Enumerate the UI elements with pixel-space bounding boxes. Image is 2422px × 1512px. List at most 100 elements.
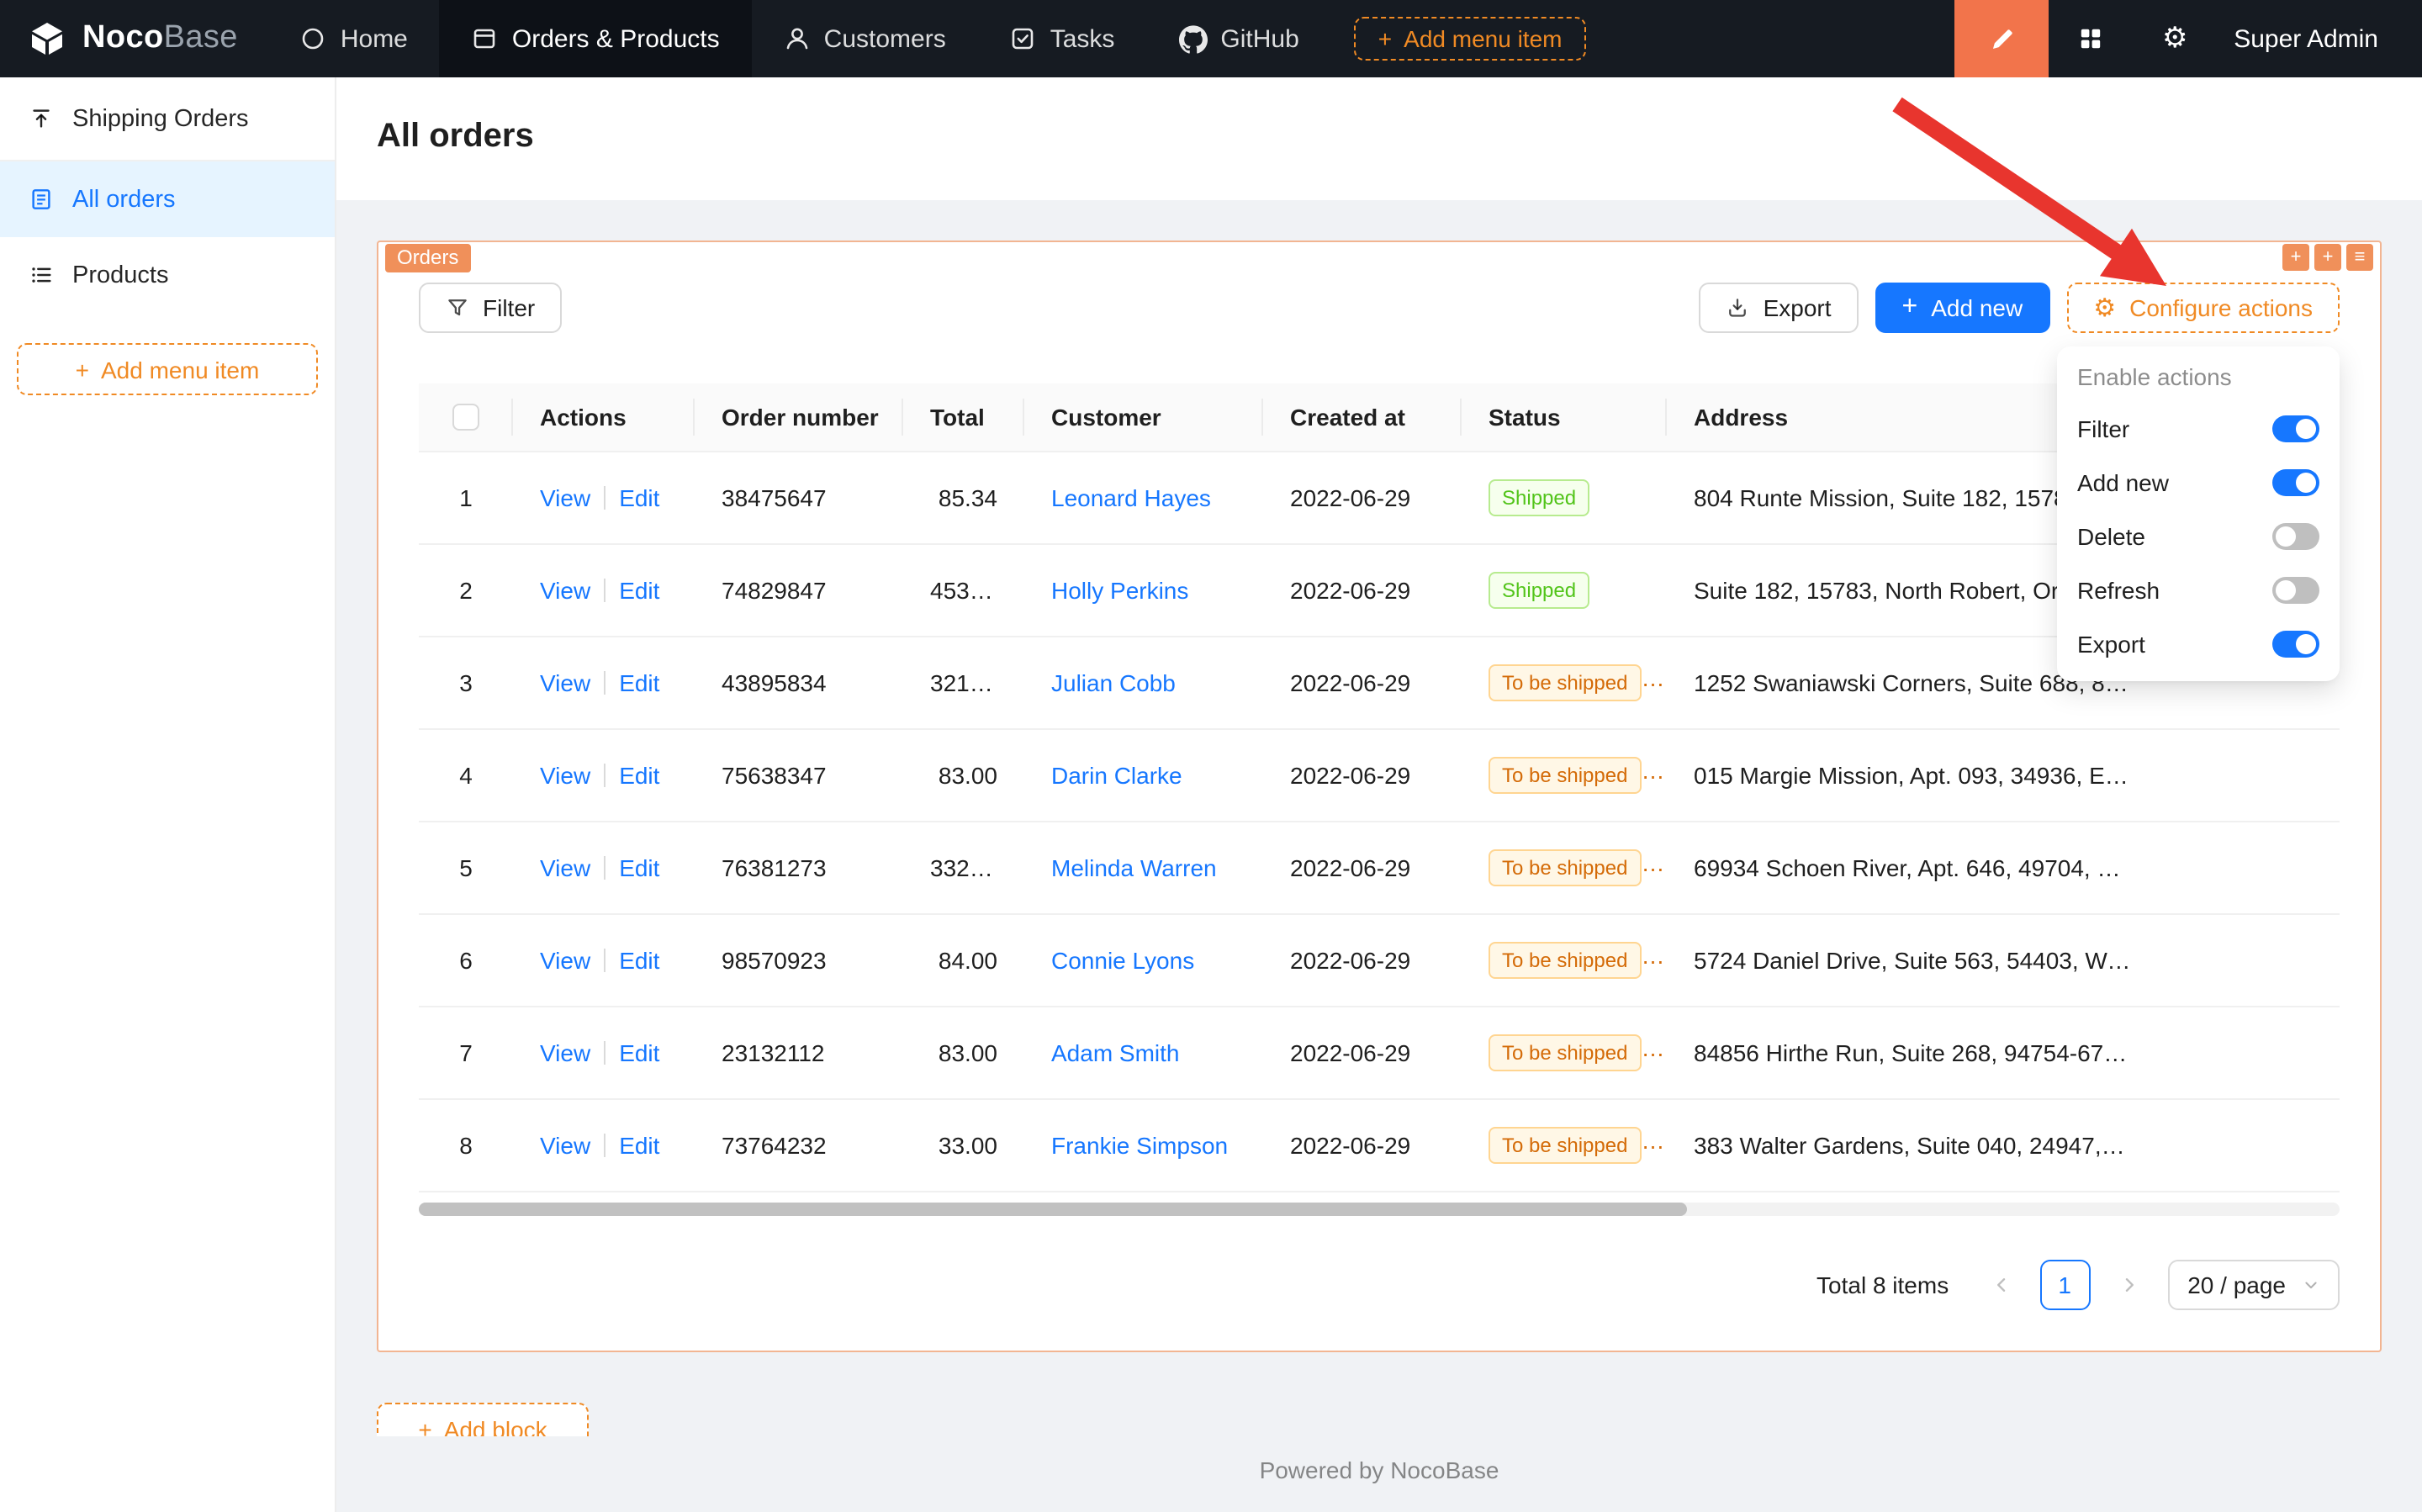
customer-link[interactable]: Melinda Warren [1051, 854, 1217, 880]
dropdown-item-add-new[interactable]: Add new [2057, 456, 2340, 510]
home-icon [300, 25, 327, 52]
view-link[interactable]: View [540, 761, 590, 788]
customer-link[interactable]: Connie Lyons [1051, 946, 1194, 973]
dropdown-item-label: Filter [2077, 415, 2129, 442]
navbar-add-menu-item-button[interactable]: + Add menu item [1355, 17, 1586, 61]
view-link[interactable]: View [540, 576, 590, 603]
edit-link[interactable]: Edit [619, 854, 659, 880]
table-row: 2 ViewEdit 74829847 453.00 Holly Perkins… [419, 543, 2340, 636]
export-toggle[interactable] [2272, 631, 2319, 658]
view-link[interactable]: View [540, 1131, 590, 1158]
nav-item-customers[interactable]: Customers [752, 0, 978, 77]
customer-link[interactable]: Leonard Hayes [1051, 484, 1211, 510]
edit-link[interactable]: Edit [619, 484, 659, 510]
delete-toggle[interactable] [2272, 523, 2319, 550]
ui-editor-toggle-button[interactable] [1954, 0, 2049, 77]
user-menu[interactable]: Super Admin [2217, 0, 2422, 77]
view-link[interactable]: View [540, 484, 590, 510]
edit-link[interactable]: Edit [619, 761, 659, 788]
created-at-cell: 2022-06-29 [1263, 821, 1462, 913]
order-number-cell: 76381273 [695, 821, 903, 913]
order-number-cell: 38475647 [695, 451, 903, 543]
next-page-button[interactable] [2103, 1259, 2154, 1309]
dropdown-item-refresh[interactable]: Refresh [2057, 563, 2340, 617]
tasks-icon [1010, 25, 1037, 52]
add-block-button[interactable]: + Add block [377, 1402, 589, 1435]
chevron-down-icon [2303, 1276, 2319, 1293]
customer-link[interactable]: Adam Smith [1051, 1039, 1180, 1065]
table-row: 8 ViewEdit 73764232 33.00 Frankie Simpso… [419, 1098, 2340, 1191]
nav-item-label: Home [341, 24, 408, 53]
status-badge: Shipped [1489, 571, 1589, 608]
add-new-label: Add new [1931, 294, 2023, 321]
dropdown-item-delete[interactable]: Delete [2057, 510, 2340, 563]
filter-button[interactable]: Filter [419, 283, 562, 333]
view-link[interactable]: View [540, 854, 590, 880]
customer-link[interactable]: Julian Cobb [1051, 669, 1176, 695]
horizontal-scrollbar-thumb[interactable] [419, 1202, 1686, 1215]
pagination-total: Total 8 items [1816, 1271, 1949, 1298]
settings-button[interactable]: ⚙ [2133, 0, 2217, 77]
plugins-grid-button[interactable] [2049, 0, 2133, 77]
enable-actions-dropdown: Enable actions Filter Add new Delete [2057, 346, 2340, 681]
page-size-select[interactable]: 20 / page [2167, 1259, 2340, 1309]
filter-toggle[interactable] [2272, 415, 2319, 442]
insert-block-icon[interactable]: + [2282, 244, 2309, 271]
configure-actions-button[interactable]: ⚙ Configure actions [2066, 283, 2340, 333]
sidebar-item-shipping-orders[interactable]: Shipping Orders [0, 77, 335, 161]
funnel-icon [446, 296, 469, 320]
add-new-toggle[interactable] [2272, 469, 2319, 496]
refresh-toggle[interactable] [2272, 577, 2319, 604]
link-divider [604, 1133, 606, 1156]
dropdown-item-label: Delete [2077, 523, 2145, 550]
brand-bold: Noco [82, 20, 164, 56]
dropdown-item-label: Refresh [2077, 577, 2160, 604]
nav-item-home[interactable]: Home [268, 0, 440, 77]
edit-link[interactable]: Edit [619, 576, 659, 603]
edit-link[interactable]: Edit [619, 946, 659, 973]
page-number-1[interactable]: 1 [2039, 1259, 2090, 1309]
sidebar-item-products[interactable]: Products [0, 237, 335, 313]
nav-item-github[interactable]: GitHub [1146, 0, 1330, 77]
brand-text: NocoBase [82, 20, 238, 57]
nav-item-orders-products[interactable]: Orders & Products [440, 0, 752, 77]
nav-item-tasks[interactable]: Tasks [978, 0, 1147, 77]
total-cell: 332.00 [903, 821, 1024, 913]
block-collection-tag: Orders [385, 244, 470, 272]
view-link[interactable]: View [540, 669, 590, 695]
created-at-cell: 2022-06-29 [1263, 451, 1462, 543]
view-link[interactable]: View [540, 946, 590, 973]
sidebar-add-menu-item-button[interactable]: + Add menu item [17, 343, 318, 395]
header-status: Status [1462, 383, 1667, 451]
add-block-icon[interactable]: + [2314, 244, 2341, 271]
customer-link[interactable]: Darin Clarke [1051, 761, 1182, 788]
address-cell: 383 Walter Gardens, Suite 040, 24947, Be… [1667, 1098, 2158, 1191]
pagination: Total 8 items 1 20 / page [419, 1259, 2340, 1309]
customer-link[interactable]: Holly Perkins [1051, 576, 1188, 603]
edit-link[interactable]: Edit [619, 1039, 659, 1065]
edit-link[interactable]: Edit [619, 1131, 659, 1158]
orders-file-icon [29, 187, 54, 212]
dropdown-title: Enable actions [2057, 346, 2340, 402]
customer-link[interactable]: Frankie Simpson [1051, 1131, 1228, 1158]
cube-logo-icon [27, 19, 67, 59]
dropdown-item-export[interactable]: Export [2057, 617, 2340, 671]
filler-cell [2158, 1006, 2340, 1098]
link-divider [604, 1040, 606, 1064]
add-new-button[interactable]: + Add new [1875, 283, 2050, 333]
view-link[interactable]: View [540, 1039, 590, 1065]
total-cell: 83.00 [903, 1006, 1024, 1098]
orders-table: Actions Order number Total Customer Crea… [419, 383, 2340, 1192]
created-at-cell: 2022-06-29 [1263, 636, 1462, 728]
status-badge: To be shipped [1489, 941, 1641, 978]
dropdown-item-filter[interactable]: Filter [2057, 402, 2340, 456]
link-divider [604, 948, 606, 971]
select-all-checkbox[interactable] [452, 404, 479, 431]
sidebar-item-all-orders[interactable]: All orders [0, 161, 335, 237]
block-menu-icon[interactable]: ≡ [2346, 244, 2373, 271]
nocobase-logo[interactable]: NocoBase [0, 0, 268, 77]
top-navbar: NocoBase Home Orders & Products Customer… [0, 0, 2422, 77]
prev-page-button[interactable] [1975, 1259, 2026, 1309]
edit-link[interactable]: Edit [619, 669, 659, 695]
export-button[interactable]: Export [1700, 283, 1859, 333]
